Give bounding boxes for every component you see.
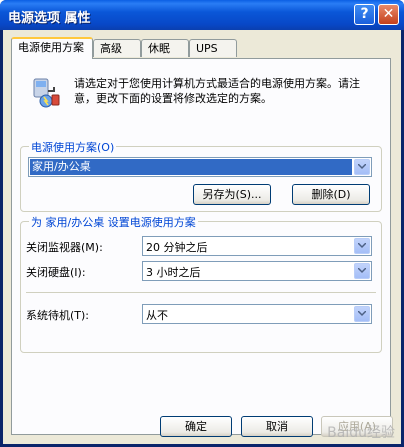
chevron-down-icon[interactable]	[354, 238, 370, 254]
chevron-down-icon[interactable]	[354, 306, 370, 322]
disk-timeout-dropdown[interactable]: 3 小时之后	[142, 261, 372, 281]
tab-advanced[interactable]: 高级	[93, 39, 141, 57]
standby-timeout-value: 从不	[146, 309, 168, 322]
title-bar[interactable]: 电源选项 属性 ? ✕	[0, 0, 404, 30]
power-options-window: 电源选项 属性 ? ✕ 电源使用方案 高级 休眠 UPS 请选定对于您使用计算机…	[0, 0, 404, 447]
monitor-label: 关闭监视器(M):	[26, 241, 103, 254]
watermark: Baidu经验	[327, 425, 395, 441]
tab-panel-power-schemes: 请选定对于您使用计算机方式最适合的电源使用方案。请注意，更改下面的设置将修改选定…	[11, 58, 391, 435]
scheme-dropdown-value: 家用/办公桌	[30, 159, 352, 175]
close-button[interactable]: ✕	[378, 4, 399, 25]
help-button[interactable]: ?	[354, 4, 375, 25]
chevron-down-icon[interactable]	[354, 159, 370, 175]
monitor-timeout-value: 20 分钟之后	[146, 241, 208, 254]
standby-label: 系统待机(T):	[26, 309, 90, 322]
intro-text: 请选定对于您使用计算机方式最适合的电源使用方案。请注意，更改下面的设置将修改选定…	[74, 77, 360, 105]
chevron-down-icon[interactable]	[354, 263, 370, 279]
settings-group: 为 家用/办公桌 设置电源使用方案 关闭监视器(M): 20 分钟之后 关闭硬盘…	[20, 214, 382, 353]
separator	[26, 292, 376, 293]
delete-button[interactable]: 删除(D)	[292, 184, 370, 205]
tab-ups[interactable]: UPS	[189, 39, 237, 57]
cancel-button[interactable]: 取消	[241, 416, 313, 437]
ok-button[interactable]: 确定	[160, 416, 232, 437]
settings-group-title: 为 家用/办公桌 设置电源使用方案	[29, 214, 198, 230]
tab-power-schemes[interactable]: 电源使用方案	[11, 37, 93, 59]
tab-hibernate[interactable]: 休眠	[141, 39, 189, 57]
scheme-dropdown[interactable]: 家用/办公桌	[28, 157, 372, 177]
disk-timeout-value: 3 小时之后	[146, 266, 201, 279]
scheme-group-title: 电源使用方案(O)	[29, 139, 117, 155]
scheme-group: 电源使用方案(O) 家用/办公桌 另存为(S)... 删除(D)	[20, 139, 382, 212]
window-title: 电源选项 属性	[8, 11, 91, 26]
save-as-button[interactable]: 另存为(S)...	[193, 184, 271, 205]
standby-timeout-dropdown[interactable]: 从不	[142, 304, 372, 324]
dialog-body: 电源使用方案 高级 休眠 UPS 请选定对于您使用计算机方式最适合的电源使用方案…	[3, 30, 401, 444]
disk-label: 关闭硬盘(I):	[26, 266, 86, 279]
monitor-timeout-dropdown[interactable]: 20 分钟之后	[142, 236, 372, 256]
power-scheme-icon	[30, 77, 62, 109]
